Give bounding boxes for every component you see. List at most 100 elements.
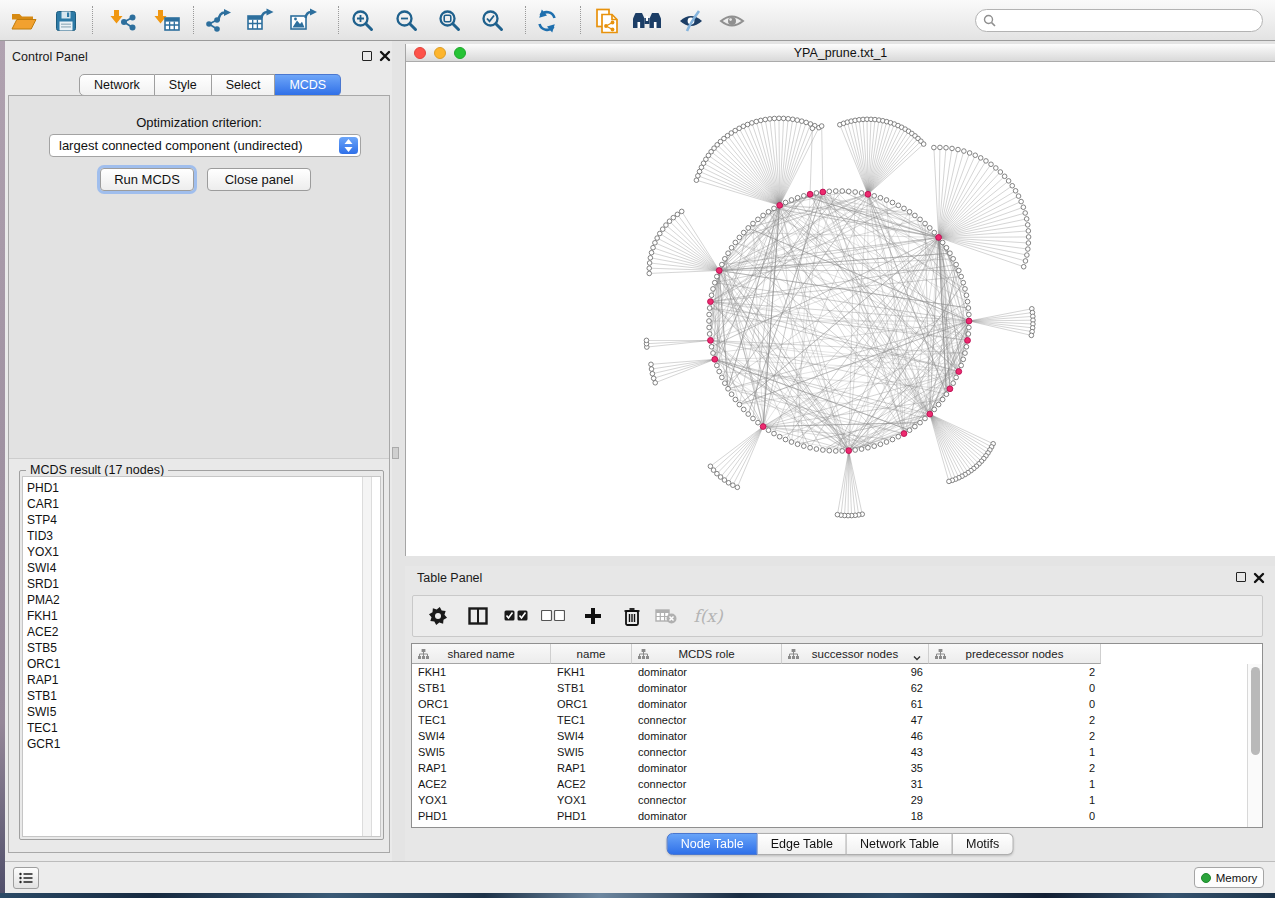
- export-image-icon[interactable]: [287, 6, 319, 36]
- open-file-icon[interactable]: [7, 6, 39, 36]
- import-table-icon[interactable]: [151, 6, 183, 36]
- close-panel-button[interactable]: Close panel: [207, 168, 311, 191]
- new-network-from-selection-icon[interactable]: [591, 6, 623, 36]
- memory-status-icon: [1201, 873, 1211, 883]
- table-row[interactable]: ORC1ORC1dominator610: [412, 696, 1247, 712]
- tab-network[interactable]: Network: [79, 74, 155, 96]
- table-tab-motifs[interactable]: Motifs: [953, 833, 1013, 855]
- tab-mcds[interactable]: MCDS: [275, 74, 341, 96]
- network-window-titlebar[interactable]: YPA_prune.txt_1: [406, 44, 1275, 62]
- close-table-panel-icon[interactable]: [1253, 570, 1265, 588]
- refresh-icon[interactable]: [531, 6, 563, 36]
- select-all-columns-icon[interactable]: [502, 596, 530, 636]
- tab-select[interactable]: Select: [212, 74, 276, 96]
- mcds-node[interactable]: FKH1: [27, 608, 380, 624]
- table-tab-edge-table[interactable]: Edge Table: [758, 833, 847, 855]
- save-session-icon[interactable]: [50, 6, 82, 36]
- table-panel: Table Panel f(x) shared namenameMCDS rol…: [405, 566, 1275, 861]
- column-header-shared-name[interactable]: shared name: [412, 644, 551, 664]
- table-scrollbar[interactable]: [1247, 664, 1262, 827]
- close-window-icon[interactable]: [414, 47, 426, 59]
- show-columns-icon[interactable]: [465, 596, 491, 636]
- mcds-node[interactable]: PMA2: [27, 592, 380, 608]
- create-column-icon[interactable]: [580, 596, 606, 636]
- mcds-node[interactable]: GCR1: [27, 736, 380, 752]
- network-canvas[interactable]: [406, 62, 1275, 556]
- main-toolbar: [0, 0, 1275, 41]
- mcds-node[interactable]: STB5: [27, 640, 380, 656]
- network-window: YPA_prune.txt_1: [405, 44, 1275, 556]
- table-row[interactable]: TEC1TEC1connector472: [412, 712, 1247, 728]
- float-table-panel-icon[interactable]: [1236, 572, 1246, 582]
- binoculars-icon[interactable]: [631, 6, 663, 36]
- mcds-node[interactable]: SWI4: [27, 560, 380, 576]
- run-mcds-button[interactable]: Run MCDS: [100, 168, 194, 191]
- mcds-node[interactable]: TID3: [27, 528, 380, 544]
- mcds-node[interactable]: CAR1: [27, 496, 380, 512]
- table-toolbar: f(x): [412, 595, 1263, 637]
- table-body: FKH1FKH1dominator962STB1STB1dominator620…: [412, 664, 1247, 827]
- sitemap-icon: [418, 649, 429, 661]
- search-icon: [983, 14, 996, 27]
- float-panel-icon[interactable]: [362, 51, 372, 61]
- mcds-result-title: MCDS result (17 nodes): [26, 463, 168, 477]
- mcds-node[interactable]: TEC1: [27, 720, 380, 736]
- task-history-button[interactable]: [13, 867, 39, 889]
- column-header-predecessor-nodes[interactable]: predecessor nodes: [929, 644, 1101, 664]
- mcds-tab-content: Optimization criterion: largest connecte…: [8, 95, 390, 853]
- function-builder-icon[interactable]: f(x): [687, 596, 729, 636]
- delete-table-icon[interactable]: [653, 596, 679, 636]
- import-network-icon[interactable]: [107, 6, 139, 36]
- mcds-node[interactable]: SRD1: [27, 576, 380, 592]
- eye-slash-icon[interactable]: [676, 6, 708, 36]
- desktop-wallpaper: [0, 893, 1275, 898]
- mcds-list-scrollbar[interactable]: [362, 477, 372, 836]
- mcds-node[interactable]: ACE2: [27, 624, 380, 640]
- table-row[interactable]: ACE2ACE2connector311: [412, 776, 1247, 792]
- table-tab-network-table[interactable]: Network Table: [847, 833, 953, 855]
- column-header-successor-nodes[interactable]: successor nodes: [782, 644, 929, 664]
- mcds-node[interactable]: STP4: [27, 512, 380, 528]
- close-panel-icon[interactable]: [379, 48, 391, 66]
- zoom-out-icon[interactable]: [391, 6, 423, 36]
- column-header-name[interactable]: name: [551, 644, 632, 664]
- mcds-node[interactable]: RAP1: [27, 672, 380, 688]
- delete-column-icon[interactable]: [620, 596, 644, 636]
- control-panel-tabs: NetworkStyleSelectMCDS: [79, 74, 341, 96]
- table-row[interactable]: RAP1RAP1dominator352: [412, 760, 1247, 776]
- mcds-node[interactable]: PHD1: [27, 480, 380, 496]
- mcds-node[interactable]: ORC1: [27, 656, 380, 672]
- tab-style[interactable]: Style: [155, 74, 212, 96]
- mcds-result-list[interactable]: PHD1CAR1STP4TID3YOX1SWI4SRD1PMA2FKH1ACE2…: [22, 476, 381, 837]
- table-row[interactable]: SWI5SWI5connector431: [412, 744, 1247, 760]
- maximize-window-icon[interactable]: [454, 47, 466, 59]
- table-row[interactable]: SWI4SWI4dominator462: [412, 728, 1247, 744]
- table-tab-node-table[interactable]: Node Table: [667, 833, 758, 855]
- memory-button[interactable]: Memory: [1194, 867, 1264, 888]
- table-row[interactable]: STB1STB1dominator620: [412, 680, 1247, 696]
- table-row[interactable]: PHD1PHD1dominator180: [412, 808, 1247, 824]
- column-header-MCDS-role[interactable]: MCDS role: [632, 644, 782, 664]
- zoom-in-icon[interactable]: [347, 6, 379, 36]
- table-row[interactable]: YOX1YOX1connector291: [412, 792, 1247, 808]
- minimize-window-icon[interactable]: [434, 47, 446, 59]
- unselect-all-columns-icon[interactable]: [539, 596, 567, 636]
- eye-icon[interactable]: [716, 6, 748, 36]
- status-bar: Memory: [5, 861, 1275, 893]
- zoom-selected-icon[interactable]: [477, 6, 509, 36]
- sitemap-icon: [935, 649, 946, 661]
- table-settings-icon[interactable]: [425, 596, 451, 636]
- splitter-handle[interactable]: [392, 447, 399, 459]
- zoom-fit-icon[interactable]: [434, 6, 466, 36]
- export-network-icon[interactable]: [202, 6, 234, 36]
- table-row[interactable]: FKH1FKH1dominator962: [412, 664, 1247, 680]
- criterion-select[interactable]: largest connected component (undirected): [49, 134, 361, 157]
- sitemap-icon: [638, 649, 649, 661]
- search-input[interactable]: [975, 9, 1263, 32]
- mcds-node[interactable]: YOX1: [27, 544, 380, 560]
- export-table-icon[interactable]: [244, 6, 276, 36]
- mcds-result-group: MCDS result (17 nodes) PHD1CAR1STP4TID3Y…: [19, 470, 384, 840]
- node-table: shared namenameMCDS rolesuccessor nodesp…: [411, 643, 1263, 828]
- mcds-node[interactable]: STB1: [27, 688, 380, 704]
- mcds-node[interactable]: SWI5: [27, 704, 380, 720]
